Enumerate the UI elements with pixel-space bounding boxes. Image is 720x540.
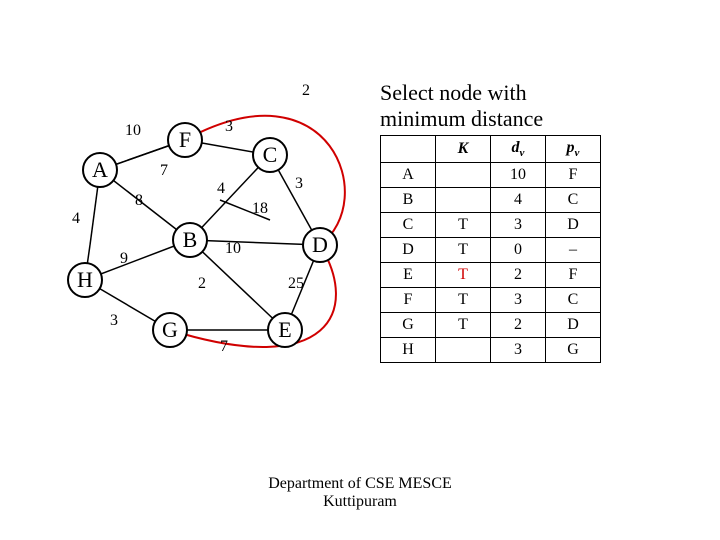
table-row: GT2D xyxy=(381,313,601,338)
table-row: H3G xyxy=(381,338,601,363)
col-node xyxy=(381,136,436,163)
w-ED: 25 xyxy=(288,275,304,293)
table-header-row: K dv pv xyxy=(381,136,601,163)
node-A: A xyxy=(82,152,118,188)
w-AB: 8 xyxy=(135,192,143,210)
footer: Department of CSE MESCE Kuttipuram xyxy=(0,475,720,511)
w-CD: 3 xyxy=(295,175,303,193)
node-F: F xyxy=(167,122,203,158)
w-AH: 4 xyxy=(72,210,80,228)
w-FD: 2 xyxy=(302,82,310,100)
col-pv: pv xyxy=(546,136,601,163)
title-line1: Select node with xyxy=(380,80,527,105)
graph: A F C B H G E D 10 7 3 2 4 8 9 3 4 18 3 … xyxy=(70,80,370,380)
node-D: D xyxy=(302,227,338,263)
distance-table: K dv pv A10FB4CCT3DDT0–ET2FFT3CGT2DH3G xyxy=(380,135,601,363)
w-AF2: 7 xyxy=(160,162,168,180)
footer-line1: Department of CSE MESCE xyxy=(268,475,452,492)
col-dv: dv xyxy=(491,136,546,163)
w-HB: 9 xyxy=(120,250,128,268)
table-row: B4C xyxy=(381,188,601,213)
title: Select node with minimum distance xyxy=(380,80,543,133)
table-row: ET2F xyxy=(381,263,601,288)
w-AF: 10 xyxy=(125,122,141,140)
table-row: FT3C xyxy=(381,288,601,313)
title-line2: minimum distance xyxy=(380,106,543,131)
table-row: DT0– xyxy=(381,238,601,263)
node-H: H xyxy=(67,262,103,298)
w-BE: 2 xyxy=(198,275,206,293)
table-body: A10FB4CCT3DDT0–ET2FFT3CGT2DH3G xyxy=(381,163,601,363)
node-B: B xyxy=(172,222,208,258)
w-BC: 4 xyxy=(217,180,225,198)
node-E: E xyxy=(267,312,303,348)
w-BDe: 18 xyxy=(252,200,268,218)
node-C: C xyxy=(252,137,288,173)
w-FC: 3 xyxy=(225,118,233,136)
w-BD: 10 xyxy=(225,240,241,258)
w-HG: 3 xyxy=(110,312,118,330)
node-G: G xyxy=(152,312,188,348)
col-K: K xyxy=(436,136,491,163)
footer-line2: Kuttipuram xyxy=(323,493,397,510)
table-row: A10F xyxy=(381,163,601,188)
table-row: CT3D xyxy=(381,213,601,238)
w-GE: 7 xyxy=(220,338,228,356)
